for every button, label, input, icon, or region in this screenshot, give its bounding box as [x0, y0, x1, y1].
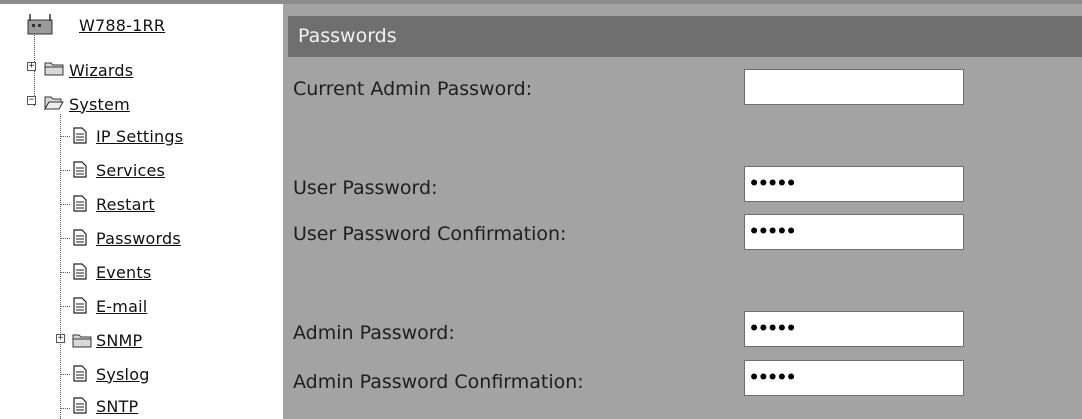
page-icon	[73, 263, 87, 280]
tree-item-label[interactable]: IP Settings	[96, 127, 183, 146]
page-icon	[73, 365, 87, 382]
tree-item-label[interactable]: Events	[96, 263, 151, 282]
page-icon	[73, 229, 87, 246]
tree-item-system[interactable]: System	[69, 93, 130, 115]
folder-open-icon	[44, 96, 64, 110]
tree-item-label[interactable]: Services	[96, 161, 165, 180]
admin-password-label: Admin Password:	[293, 322, 455, 344]
collapse-icon[interactable]: −	[27, 96, 36, 105]
folder-icon	[72, 334, 92, 348]
user-password-input[interactable]	[744, 166, 964, 202]
user-password-label: User Password:	[293, 177, 438, 199]
tree-item-label[interactable]: Passwords	[96, 229, 181, 248]
page-icon	[73, 161, 87, 178]
panel-header: Passwords	[288, 16, 1082, 57]
tree-item-label[interactable]: System	[69, 95, 130, 114]
passwords-panel: Passwords Current Admin Password: User P…	[283, 0, 1082, 419]
device-icon	[27, 14, 53, 35]
tree-item-passwords[interactable]: Passwords	[96, 227, 181, 249]
expand-icon[interactable]: +	[56, 334, 65, 343]
tree-item-wizards[interactable]: Wizards	[69, 59, 133, 81]
admin-password-input[interactable]	[744, 311, 964, 347]
tree-item-label[interactable]: Restart	[96, 195, 155, 214]
current-admin-password-label: Current Admin Password:	[293, 78, 533, 100]
tree-connector	[60, 136, 70, 137]
navigation-tree: W788-1RR + Wizards − System IP Settings …	[0, 0, 283, 419]
tree-connector	[60, 170, 70, 171]
user-password-confirmation-label: User Password Confirmation:	[293, 223, 567, 245]
tree-item-services[interactable]: Services	[96, 159, 165, 181]
tree-item-snmp[interactable]: SNMP	[96, 329, 142, 351]
tree-item-label[interactable]: Wizards	[69, 61, 133, 80]
tree-connector	[60, 374, 70, 375]
expand-icon[interactable]: +	[27, 62, 36, 71]
page-icon	[73, 127, 87, 144]
user-password-confirmation-input[interactable]	[744, 214, 964, 250]
tree-item-syslog[interactable]: Syslog	[96, 363, 150, 385]
tree-item-events[interactable]: Events	[96, 261, 151, 283]
page-icon	[73, 397, 87, 414]
tree-item-label[interactable]: E-mail	[96, 297, 147, 316]
tree-item-restart[interactable]: Restart	[96, 193, 155, 215]
page-icon	[73, 195, 87, 212]
tree-connector	[60, 306, 70, 307]
tree-root-device[interactable]: W788-1RR	[26, 14, 165, 36]
tree-item-label[interactable]: SNTP	[96, 397, 138, 416]
folder-icon	[44, 62, 64, 76]
tree-item-label[interactable]: Syslog	[96, 365, 150, 384]
admin-password-confirmation-input[interactable]	[744, 360, 964, 396]
tree-item-sntp[interactable]: SNTP	[96, 395, 138, 417]
admin-password-confirmation-label: Admin Password Confirmation:	[293, 371, 584, 393]
current-admin-password-input[interactable]	[744, 69, 964, 105]
tree-connector	[60, 204, 70, 205]
tree-item-ip-settings[interactable]: IP Settings	[96, 125, 183, 147]
page-title: Passwords	[298, 25, 397, 47]
page-icon	[73, 297, 87, 314]
tree-item-label[interactable]: SNMP	[96, 331, 142, 350]
device-name-link[interactable]: W788-1RR	[79, 16, 165, 35]
tree-connector	[60, 238, 70, 239]
tree-connector	[60, 408, 70, 409]
tree-connector	[60, 272, 70, 273]
tree-item-e-mail[interactable]: E-mail	[96, 295, 147, 317]
